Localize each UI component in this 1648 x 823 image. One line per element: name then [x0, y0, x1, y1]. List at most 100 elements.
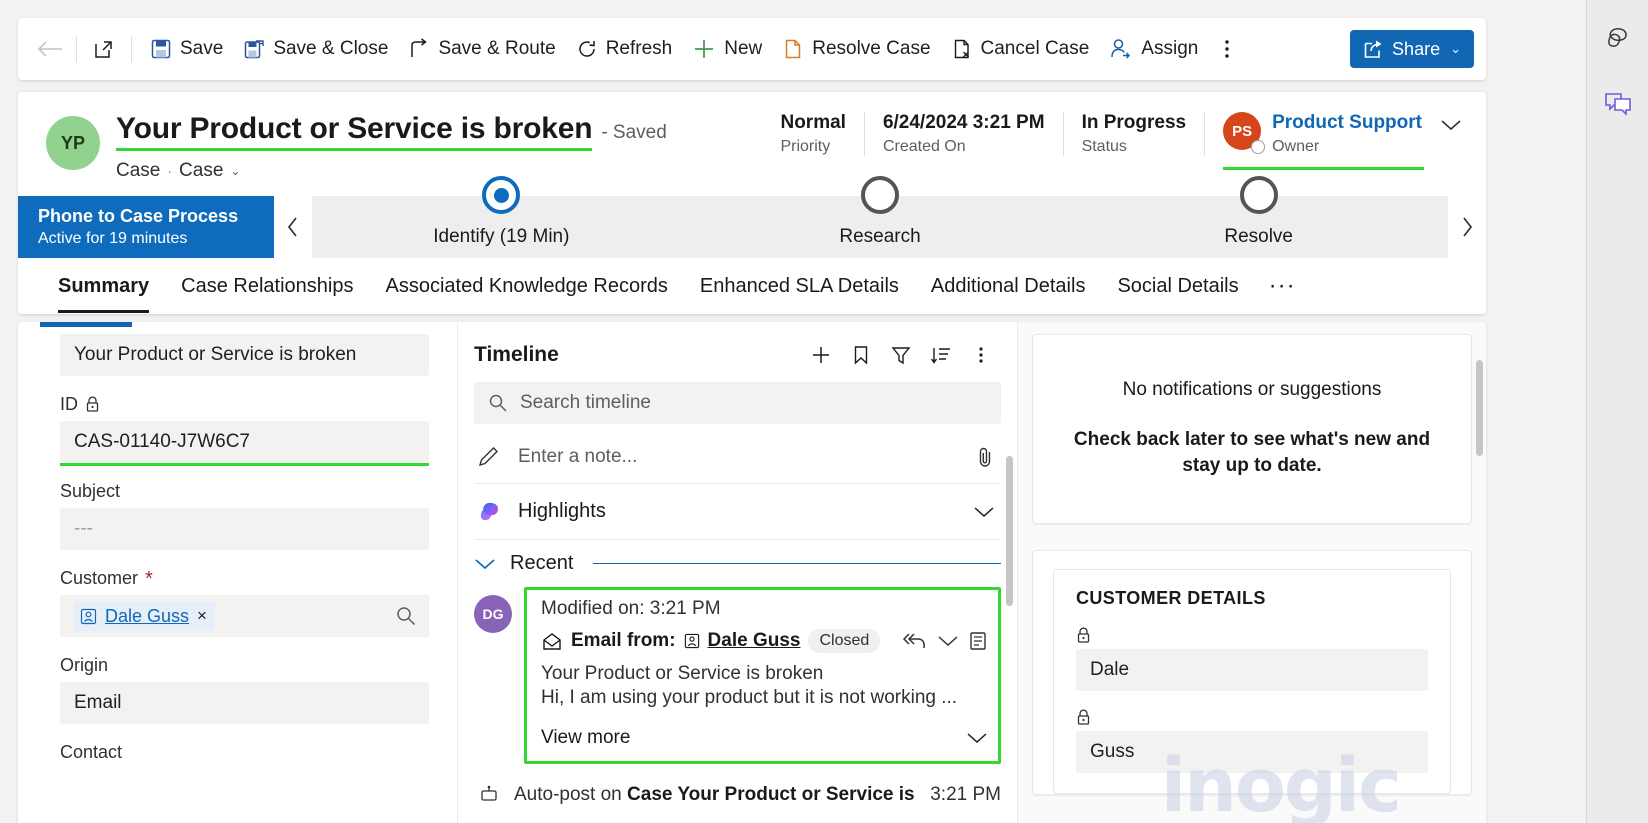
contact-field: Contact	[40, 742, 457, 763]
status-label: Status	[1081, 138, 1127, 155]
timeline-autopost-item[interactable]: Auto-post on Case Your Product or Servic…	[478, 784, 1001, 806]
avatar: DG	[474, 595, 512, 633]
bpf-stages: Identify (19 Min) Research Resolve	[312, 176, 1448, 258]
resolve-case-label: Resolve Case	[812, 38, 931, 59]
save-and-close-label: Save & Close	[273, 38, 389, 59]
bpf-next-button[interactable]	[1448, 196, 1486, 258]
email-open-icon	[541, 631, 563, 651]
cancel-case-button[interactable]: Cancel Case	[941, 29, 1100, 69]
case-title-input[interactable]: Your Product or Service is broken	[60, 334, 429, 376]
assign-button[interactable]: Assign	[1099, 29, 1208, 69]
priority-label: Priority	[780, 138, 831, 155]
owner-name[interactable]: Product Support	[1272, 112, 1422, 134]
bpf-previous-button[interactable]	[274, 196, 312, 258]
origin-input[interactable]: Email	[60, 682, 429, 724]
scrollbar-thumb[interactable]	[1476, 360, 1483, 456]
timeline-note-input[interactable]: Enter a note...	[474, 430, 1001, 484]
tab-additional-details[interactable]: Additional Details	[915, 259, 1102, 313]
bpf-stage-research[interactable]: Research	[691, 176, 1070, 258]
timeline-highlights-row[interactable]: Highlights	[474, 484, 1001, 540]
filter-icon[interactable]	[883, 338, 919, 372]
recent-group-label: Recent	[510, 552, 574, 574]
owner-field[interactable]: PS Product Support Owner	[1204, 112, 1424, 170]
email-from-name[interactable]: Dale Guss	[708, 630, 801, 652]
search-icon[interactable]	[395, 605, 417, 627]
chevron-down-icon[interactable]	[966, 731, 988, 745]
open-form-button[interactable]	[85, 29, 123, 69]
origin-label: Origin	[60, 655, 109, 675]
owner-label: Owner	[1272, 138, 1320, 155]
origin-value: Email	[74, 692, 122, 713]
subject-input[interactable]: ---	[60, 508, 429, 550]
more-commands-button[interactable]	[1208, 29, 1246, 69]
share-button[interactable]: Share ⌄	[1350, 30, 1474, 68]
case-title-field: Your Product or Service is broken	[40, 334, 457, 376]
insights-scrollbar[interactable]	[1476, 360, 1485, 510]
tab-overflow-button[interactable]: ···	[1255, 272, 1310, 300]
chevron-down-icon[interactable]	[937, 634, 959, 648]
chevron-down-icon[interactable]: ⌄	[230, 164, 240, 178]
record-details-icon[interactable]	[968, 631, 988, 651]
copilot-icon[interactable]	[1598, 18, 1638, 58]
timeline-email-card[interactable]: Modified on: 3:21 PM Email from: Dale Gu…	[524, 587, 1001, 764]
first-name-value[interactable]: Dale	[1076, 649, 1428, 691]
app-shell: Save Save & Close Save & Route Refresh N…	[0, 0, 1586, 823]
save-button[interactable]: Save	[140, 29, 233, 69]
form-body: Your Product or Service is broken ID CAS…	[18, 322, 1486, 823]
copilot-icon	[476, 498, 504, 526]
tab-enhanced-sla-details[interactable]: Enhanced SLA Details	[684, 259, 915, 313]
tab-social-details[interactable]: Social Details	[1101, 259, 1254, 313]
customer-lookup-pill[interactable]: Dale Guss ×	[74, 601, 215, 631]
subject-field: Subject ---	[40, 481, 457, 550]
created-on-label: Created On	[882, 138, 966, 155]
stage-marker-active-icon	[482, 176, 521, 214]
autopost-time: 3:21 PM	[930, 784, 1001, 805]
new-button[interactable]: New	[682, 29, 772, 69]
more-vertical-icon[interactable]	[963, 338, 999, 372]
timeline-search-input[interactable]: Search timeline	[474, 382, 1001, 424]
chevron-down-icon[interactable]	[474, 557, 496, 571]
status-field[interactable]: In Progress Status	[1062, 112, 1205, 156]
form-selector-label[interactable]: Case	[179, 160, 223, 182]
email-subject: Your Product or Service is broken	[541, 663, 824, 684]
bpf-stage-resolve[interactable]: Resolve	[1069, 176, 1448, 258]
customer-lookup-input[interactable]: Dale Guss ×	[60, 595, 429, 637]
header-collapse-button[interactable]	[1440, 112, 1462, 132]
plus-icon[interactable]	[803, 338, 839, 372]
bpf-header[interactable]: Phone to Case Process Active for 19 minu…	[18, 196, 274, 258]
last-name-value[interactable]: Guss	[1076, 731, 1428, 773]
refresh-button[interactable]: Refresh	[566, 29, 683, 69]
save-and-route-button[interactable]: Save & Route	[398, 29, 565, 69]
timeline-actions	[803, 338, 999, 372]
resolve-case-button[interactable]: Resolve Case	[772, 29, 940, 69]
timeline-scrollbar[interactable]	[1006, 392, 1015, 812]
saved-status: - Saved	[601, 122, 667, 143]
save-and-close-button[interactable]: Save & Close	[233, 29, 398, 69]
email-actions	[902, 631, 988, 651]
bookmark-icon[interactable]	[843, 338, 879, 372]
customer-details-inner: CUSTOMER DETAILS Dale Guss	[1053, 569, 1451, 794]
chat-feedback-icon[interactable]	[1598, 84, 1638, 124]
priority-field[interactable]: Normal Priority	[762, 112, 863, 156]
case-title-value: Your Product or Service is broken	[74, 344, 357, 365]
id-input[interactable]: CAS-01140-J7W6C7	[60, 421, 429, 466]
bpf-stage-identify[interactable]: Identify (19 Min)	[312, 176, 691, 258]
chevron-down-icon[interactable]	[973, 505, 995, 519]
tab-case-relationships[interactable]: Case Relationships	[165, 259, 369, 313]
tab-associated-knowledge-records[interactable]: Associated Knowledge Records	[369, 259, 683, 313]
record-header-card: YP Your Product or Service is broken - S…	[18, 92, 1486, 314]
sort-icon[interactable]	[923, 338, 959, 372]
close-icon[interactable]: ×	[197, 606, 207, 626]
bpf-active-duration: Active for 19 minutes	[38, 230, 188, 247]
tab-summary[interactable]: Summary	[50, 259, 165, 313]
scrollbar-thumb[interactable]	[1006, 456, 1013, 606]
view-more-button[interactable]: View more	[541, 727, 988, 749]
save-label: Save	[180, 38, 224, 59]
reply-all-icon[interactable]	[902, 631, 928, 651]
customer-lookup-name[interactable]: Dale Guss	[105, 606, 189, 627]
last-name-lock	[1076, 709, 1428, 726]
bpf-stage-label: Identify (19 Min)	[433, 226, 570, 247]
attachment-icon[interactable]	[975, 446, 995, 468]
timeline-email-item[interactable]: DG Modified on: 3:21 PM Email from: Dale…	[474, 587, 1001, 764]
back-button[interactable]	[32, 31, 68, 67]
